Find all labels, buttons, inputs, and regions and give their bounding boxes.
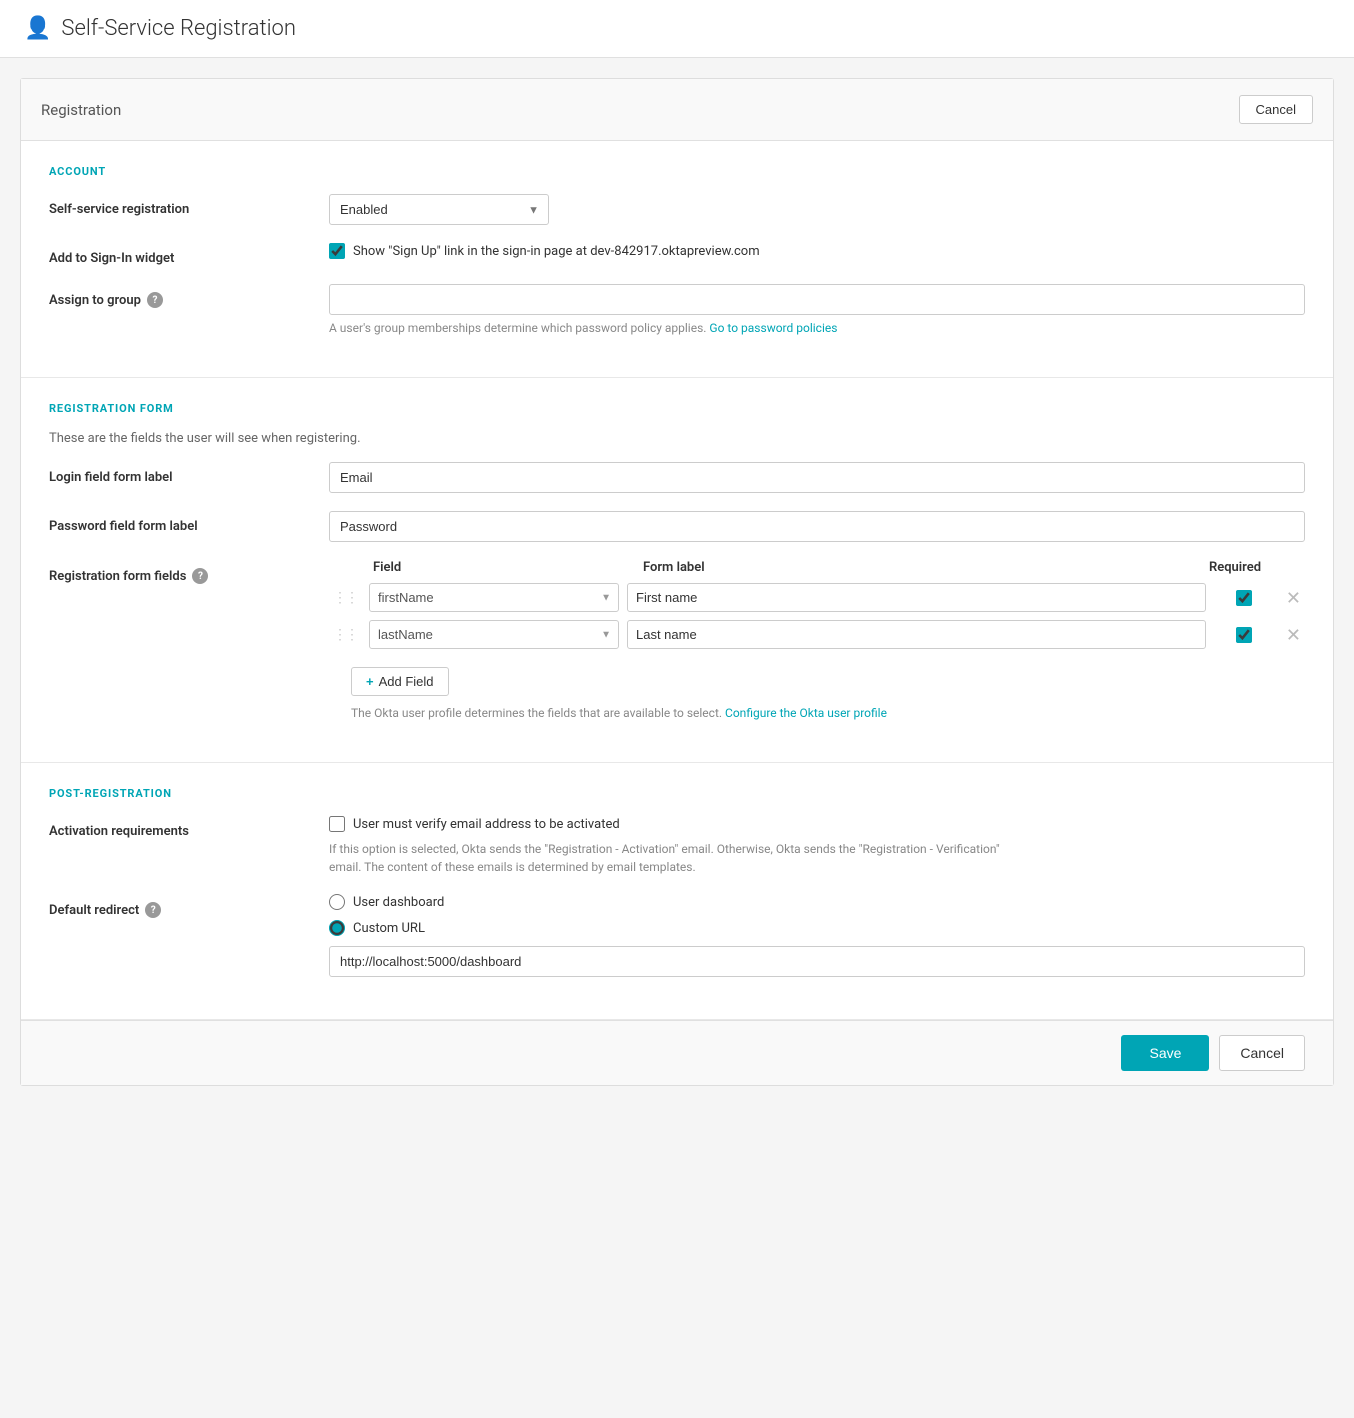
- assign-to-group-hint: A user's group memberships determine whi…: [329, 321, 1305, 335]
- radio-row-user-dashboard: User dashboard: [329, 894, 1305, 910]
- required-checkbox-wrap-firstname: [1214, 590, 1274, 606]
- field-label-input-firstname[interactable]: [627, 583, 1206, 612]
- configure-profile-link[interactable]: Configure the Okta user profile: [725, 706, 887, 720]
- post-registration-section: POST-REGISTRATION Activation requirement…: [21, 763, 1333, 1020]
- registration-form-fields-row: Registration form fields ? Field Form la…: [49, 560, 1305, 720]
- page-footer: Save Cancel: [21, 1020, 1333, 1085]
- radio-user-dashboard-label: User dashboard: [353, 895, 444, 910]
- activation-checkbox-row: User must verify email address to be act…: [329, 816, 1305, 832]
- add-to-signin-label: Add to Sign-In widget: [49, 243, 329, 266]
- drag-handle-lastname[interactable]: ⋮⋮: [329, 627, 361, 643]
- page-header: 👤 Self-Service Registration: [0, 0, 1354, 58]
- field-row-lastname: ⋮⋮ firstName lastName email ▼ ✕: [329, 620, 1305, 649]
- field-label-input-lastname[interactable]: [627, 620, 1206, 649]
- account-section-title: ACCOUNT: [49, 165, 1305, 178]
- add-to-signin-checkbox[interactable]: [329, 243, 345, 259]
- default-redirect-help-icon: ?: [145, 902, 161, 918]
- password-policies-link[interactable]: Go to password policies: [709, 321, 837, 335]
- radio-user-dashboard[interactable]: [329, 894, 345, 910]
- form-fields-table-header: Field Form label Required: [329, 560, 1305, 583]
- add-to-signin-control: Show "Sign Up" link in the sign-in page …: [329, 243, 1305, 259]
- card-header: Registration Cancel: [21, 79, 1333, 141]
- field-select-wrap-lastname: firstName lastName email ▼: [369, 620, 619, 649]
- field-select-wrap-firstname: firstName lastName email ▼: [369, 583, 619, 612]
- assign-to-group-label: Assign to group ?: [49, 284, 329, 308]
- remove-button-lastname[interactable]: ✕: [1282, 626, 1305, 644]
- field-row-firstname: ⋮⋮ firstName lastName email ▼ ✕: [329, 583, 1305, 612]
- registration-form-section: REGISTRATION FORM These are the fields t…: [21, 378, 1333, 763]
- radio-row-custom-url: Custom URL: [329, 920, 1305, 936]
- registration-form-fields-label: Registration form fields ?: [49, 560, 329, 584]
- add-to-signin-row: Add to Sign-In widget Show "Sign Up" lin…: [49, 243, 1305, 266]
- field-select-lastname[interactable]: firstName lastName email: [369, 620, 619, 649]
- custom-url-input[interactable]: [329, 946, 1305, 977]
- assign-to-group-control: A user's group memberships determine whi…: [329, 284, 1305, 335]
- self-service-registration-select[interactable]: Disabled Enabled: [329, 194, 549, 225]
- required-checkbox-wrap-lastname: [1214, 627, 1274, 643]
- cancel-button-footer[interactable]: Cancel: [1219, 1035, 1305, 1071]
- required-checkbox-lastname[interactable]: [1236, 627, 1252, 643]
- activation-requirements-label: Activation requirements: [49, 816, 329, 839]
- add-to-signin-checkbox-row: Show "Sign Up" link in the sign-in page …: [329, 243, 1305, 259]
- self-service-registration-row: Self-service registration Disabled Enabl…: [49, 194, 1305, 225]
- account-section: ACCOUNT Self-service registration Disabl…: [21, 141, 1333, 378]
- registration-form-description: These are the fields the user will see w…: [49, 431, 1305, 446]
- card-title: Registration: [41, 101, 121, 119]
- custom-url-wrapper: [329, 946, 1305, 977]
- post-registration-section-title: POST-REGISTRATION: [49, 787, 1305, 800]
- add-field-label: Add Field: [379, 674, 434, 689]
- self-service-registration-label: Self-service registration: [49, 194, 329, 217]
- field-col-header: Field: [373, 560, 643, 575]
- password-field-label: Password field form label: [49, 511, 329, 534]
- page-title: Self-Service Registration: [61, 16, 296, 41]
- login-field-label: Login field form label: [49, 462, 329, 485]
- assign-to-group-row: Assign to group ? A user's group members…: [49, 284, 1305, 335]
- redirect-radio-group: User dashboard Custom URL: [329, 894, 1305, 936]
- login-field-row: Login field form label: [49, 462, 1305, 493]
- required-col-header: Required: [1195, 560, 1275, 575]
- self-service-registration-control: Disabled Enabled ▼: [329, 194, 1305, 225]
- self-service-select-wrapper: Disabled Enabled ▼: [329, 194, 549, 225]
- default-redirect-row: Default redirect ? User dashboard Custom…: [49, 894, 1305, 977]
- radio-custom-url-label: Custom URL: [353, 921, 425, 936]
- activation-checkbox[interactable]: [329, 816, 345, 832]
- main-card: Registration Cancel ACCOUNT Self-service…: [20, 78, 1334, 1086]
- activation-description: If this option is selected, Okta sends t…: [329, 840, 1009, 876]
- activation-requirements-row: Activation requirements User must verify…: [49, 816, 1305, 876]
- save-button[interactable]: Save: [1121, 1035, 1209, 1071]
- form-fields-hint: The Okta user profile determines the fie…: [351, 706, 1305, 720]
- password-field-input[interactable]: [329, 511, 1305, 542]
- password-field-control: [329, 511, 1305, 542]
- drag-handle-firstname[interactable]: ⋮⋮: [329, 590, 361, 606]
- login-field-control: [329, 462, 1305, 493]
- assign-to-group-help-icon: ?: [147, 292, 163, 308]
- remove-button-firstname[interactable]: ✕: [1282, 589, 1305, 607]
- add-to-signin-checkbox-label: Show "Sign Up" link in the sign-in page …: [353, 244, 760, 259]
- activation-requirements-control: User must verify email address to be act…: [329, 816, 1305, 876]
- cancel-button-header[interactable]: Cancel: [1239, 95, 1313, 124]
- required-checkbox-firstname[interactable]: [1236, 590, 1252, 606]
- form-fields-help-icon: ?: [192, 568, 208, 584]
- add-field-button[interactable]: + Add Field: [351, 667, 449, 696]
- assign-to-group-input[interactable]: [329, 284, 1305, 315]
- radio-custom-url[interactable]: [329, 920, 345, 936]
- plus-icon: +: [366, 674, 374, 689]
- default-redirect-label: Default redirect ?: [49, 894, 329, 918]
- password-field-row: Password field form label: [49, 511, 1305, 542]
- form-fields-control: Field Form label Required ⋮⋮ firstName l…: [329, 560, 1305, 720]
- registration-form-section-title: REGISTRATION FORM: [49, 402, 1305, 415]
- form-label-col-header: Form label: [643, 560, 1195, 575]
- field-select-firstname[interactable]: firstName lastName email: [369, 583, 619, 612]
- default-redirect-control: User dashboard Custom URL: [329, 894, 1305, 977]
- login-field-input[interactable]: [329, 462, 1305, 493]
- activation-checkbox-label: User must verify email address to be act…: [353, 817, 620, 832]
- person-icon: 👤: [24, 16, 51, 41]
